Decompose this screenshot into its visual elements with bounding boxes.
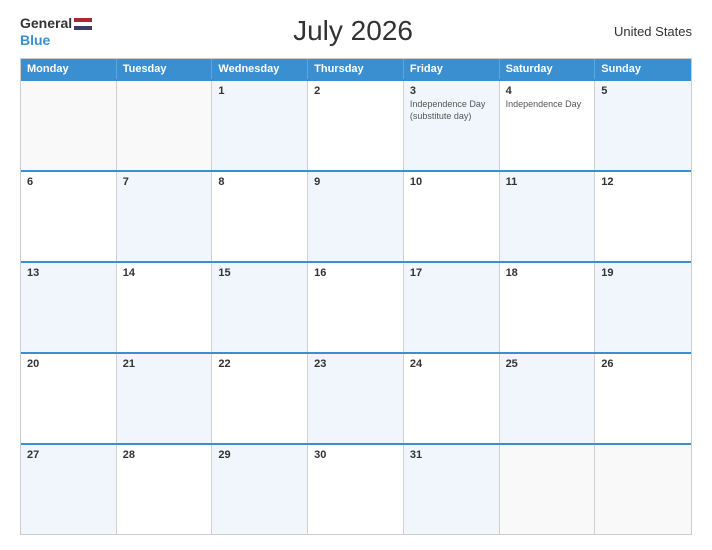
calendar-cell xyxy=(595,445,691,534)
day-number: 10 xyxy=(410,176,493,188)
calendar-cell: 27 xyxy=(21,445,117,534)
calendar-cell: 4 Independence Day xyxy=(500,81,596,170)
calendar-cell: 19 xyxy=(595,263,691,352)
header: General Blue July 2026 United States xyxy=(20,15,692,48)
day-number: 19 xyxy=(601,267,685,279)
calendar-cell: 17 xyxy=(404,263,500,352)
calendar-cell: 13 xyxy=(21,263,117,352)
calendar-cell: 23 xyxy=(308,354,404,443)
day-number: 12 xyxy=(601,176,685,188)
day-number: 9 xyxy=(314,176,397,188)
calendar-cell: 22 xyxy=(212,354,308,443)
day-number: 13 xyxy=(27,267,110,279)
holiday-label: Independence Day xyxy=(506,99,589,111)
calendar: MondayTuesdayWednesdayThursdayFridaySatu… xyxy=(20,58,692,535)
page: General Blue July 2026 United States Mon… xyxy=(0,0,712,550)
calendar-header-cell: Tuesday xyxy=(117,59,213,79)
calendar-cell: 30 xyxy=(308,445,404,534)
calendar-cell: 21 xyxy=(117,354,213,443)
day-number: 14 xyxy=(123,267,206,279)
calendar-cell: 8 xyxy=(212,172,308,261)
day-number: 28 xyxy=(123,449,206,461)
day-number: 11 xyxy=(506,176,589,188)
country-label: United States xyxy=(614,24,692,39)
calendar-cell: 20 xyxy=(21,354,117,443)
calendar-cell xyxy=(117,81,213,170)
day-number: 27 xyxy=(27,449,110,461)
day-number: 8 xyxy=(218,176,301,188)
calendar-cell: 10 xyxy=(404,172,500,261)
calendar-header-cell: Monday xyxy=(21,59,117,79)
logo: General Blue xyxy=(20,15,92,48)
day-number: 31 xyxy=(410,449,493,461)
calendar-cell: 24 xyxy=(404,354,500,443)
calendar-body: 123Independence Day (substitute day)4Ind… xyxy=(21,79,691,534)
calendar-cell: 1 xyxy=(212,81,308,170)
calendar-header-cell: Thursday xyxy=(308,59,404,79)
calendar-cell: 7 xyxy=(117,172,213,261)
calendar-cell: 12 xyxy=(595,172,691,261)
day-number: 6 xyxy=(27,176,110,188)
calendar-cell: 2 xyxy=(308,81,404,170)
day-number: 26 xyxy=(601,358,685,370)
calendar-cell: 31 xyxy=(404,445,500,534)
day-number: 5 xyxy=(601,85,685,97)
calendar-row: 13 14 15 16 17 18 19 xyxy=(21,261,691,352)
logo-flag xyxy=(74,18,92,30)
day-number: 17 xyxy=(410,267,493,279)
day-number: 3 xyxy=(410,85,493,97)
calendar-cell: 18 xyxy=(500,263,596,352)
calendar-header: MondayTuesdayWednesdayThursdayFridaySatu… xyxy=(21,59,691,79)
calendar-row: 6 78 9 10 11 12 xyxy=(21,170,691,261)
day-number: 2 xyxy=(314,85,397,97)
day-number: 15 xyxy=(218,267,301,279)
calendar-cell: 15 xyxy=(212,263,308,352)
calendar-row: 20 21 22 23 24 25 26 xyxy=(21,352,691,443)
day-number: 30 xyxy=(314,449,397,461)
calendar-cell: 5 xyxy=(595,81,691,170)
calendar-cell: 25 xyxy=(500,354,596,443)
calendar-header-cell: Wednesday xyxy=(212,59,308,79)
calendar-row: 1 2 3 Independence Day (substitute day) 4 Ind… xyxy=(21,79,691,170)
day-number: 4 xyxy=(506,85,589,97)
calendar-cell: 14 xyxy=(117,263,213,352)
month-title: July 2026 xyxy=(293,15,413,47)
calendar-cell: 29 xyxy=(212,445,308,534)
calendar-cell: 9 xyxy=(308,172,404,261)
holiday-label: Independence Day (substitute day) xyxy=(410,99,493,122)
day-number: 21 xyxy=(123,358,206,370)
day-number: 20 xyxy=(27,358,110,370)
day-number: 25 xyxy=(506,358,589,370)
calendar-cell xyxy=(500,445,596,534)
day-number: 16 xyxy=(314,267,397,279)
calendar-header-cell: Saturday xyxy=(500,59,596,79)
logo-general: General xyxy=(20,15,72,31)
day-number: 18 xyxy=(506,267,589,279)
day-number: 22 xyxy=(218,358,301,370)
day-number: 24 xyxy=(410,358,493,370)
calendar-cell: 26 xyxy=(595,354,691,443)
calendar-cell xyxy=(21,81,117,170)
logo-blue: Blue xyxy=(20,33,92,48)
logo-text: General xyxy=(20,15,92,33)
calendar-cell: 16 xyxy=(308,263,404,352)
calendar-header-cell: Friday xyxy=(404,59,500,79)
calendar-cell: 11 xyxy=(500,172,596,261)
calendar-row: 27 28 29 30 31 xyxy=(21,443,691,534)
calendar-cell: 3 Independence Day (substitute day) xyxy=(404,81,500,170)
calendar-cell: 6 xyxy=(21,172,117,261)
calendar-cell: 28 xyxy=(117,445,213,534)
day-number: 1 xyxy=(218,85,301,97)
day-number: 29 xyxy=(218,449,301,461)
day-number: 7 xyxy=(123,176,206,188)
calendar-header-cell: Sunday xyxy=(595,59,691,79)
day-number: 23 xyxy=(314,358,397,370)
